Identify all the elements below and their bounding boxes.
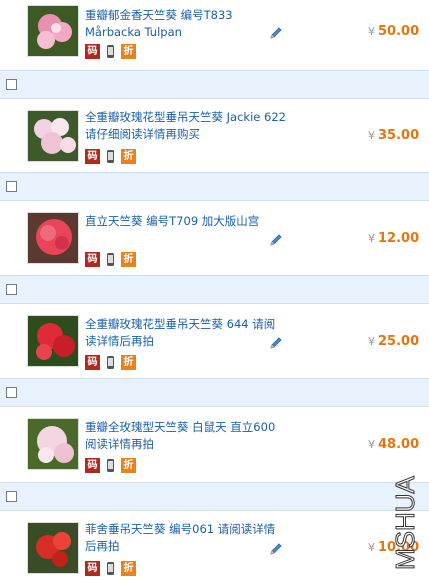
watermark: MSHUA	[390, 475, 421, 571]
service-icons: 码折	[85, 252, 139, 267]
product-thumbnail[interactable]	[27, 315, 79, 367]
product-thumbnail[interactable]	[27, 110, 79, 162]
product-title-link[interactable]: 全重瓣玫瑰花型垂吊天竺葵 644 请阅读详情后再拍	[85, 316, 285, 350]
service-icons: 码折	[85, 561, 139, 576]
product-thumbnail[interactable]	[27, 212, 79, 264]
phone-icon[interactable]	[103, 149, 118, 164]
product-thumbnail[interactable]	[27, 5, 79, 57]
discount-icon[interactable]: 折	[121, 252, 136, 267]
discount-icon[interactable]: 折	[121, 44, 136, 59]
phone-icon[interactable]	[103, 458, 118, 473]
list-item: 全重瓣玫瑰花型垂吊天竺葵 Jackie 622 请仔细阅读详情再购买 码折 ¥3…	[0, 99, 429, 172]
item-checkbox[interactable]	[6, 284, 17, 295]
qr-code-icon[interactable]: 码	[85, 458, 100, 473]
select-row	[0, 378, 429, 407]
service-icons: 码折	[85, 355, 139, 370]
list-item: 重瓣全玫瑰型天竺葵 白鼠天 直立600 阅读详情再拍 码折 ¥48.00	[0, 407, 429, 482]
edit-icon[interactable]	[269, 233, 283, 247]
product-title-link[interactable]: 菲舍垂吊天竺葵 编号061 请阅读详情后再拍	[85, 521, 285, 555]
flower-image	[28, 523, 78, 573]
phone-icon[interactable]	[103, 561, 118, 576]
phone-icon[interactable]	[103, 355, 118, 370]
flower-image	[28, 6, 78, 56]
service-icons: 码折	[85, 458, 139, 473]
select-row	[0, 70, 429, 99]
item-checkbox[interactable]	[6, 387, 17, 398]
select-row	[0, 275, 429, 304]
item-checkbox[interactable]	[6, 79, 17, 90]
service-icons: 码折	[85, 44, 139, 59]
list-item: 直立天竺葵 编号T709 加大版山宫 码折 ¥12.00	[0, 201, 429, 275]
watermark-text: MSHUA	[390, 475, 420, 570]
list-item: 重瓣郁金香天竺葵 编号T833 Mårbacka Tulpan 码折 ¥50.0…	[0, 0, 429, 70]
service-icons: 码折	[85, 149, 139, 164]
qr-code-icon[interactable]: 码	[85, 44, 100, 59]
discount-icon[interactable]: 折	[121, 458, 136, 473]
product-thumbnail[interactable]	[27, 418, 79, 470]
discount-icon[interactable]: 折	[121, 561, 136, 576]
qr-code-icon[interactable]: 码	[85, 252, 100, 267]
edit-icon[interactable]	[269, 26, 283, 40]
price-label: ¥12.00	[368, 231, 420, 246]
product-title-link[interactable]: 重瓣全玫瑰型天竺葵 白鼠天 直立600 阅读详情再拍	[85, 419, 285, 453]
flower-image	[28, 419, 78, 469]
product-title-link[interactable]: 直立天竺葵 编号T709 加大版山宫	[85, 213, 285, 230]
flower-image	[28, 111, 78, 161]
item-checkbox[interactable]	[6, 491, 17, 502]
phone-icon[interactable]	[103, 44, 118, 59]
edit-icon[interactable]	[269, 542, 283, 556]
price-label: ¥25.00	[368, 334, 420, 349]
qr-code-icon[interactable]: 码	[85, 561, 100, 576]
select-row	[0, 482, 429, 511]
edit-icon[interactable]	[269, 336, 283, 350]
product-title-link[interactable]: 重瓣郁金香天竺葵 编号T833 Mårbacka Tulpan	[85, 7, 285, 41]
qr-code-icon[interactable]: 码	[85, 149, 100, 164]
price-label: ¥35.00	[368, 128, 420, 143]
list-item: 菲舍垂吊天竺葵 编号061 请阅读详情后再拍 码折 ¥10.00	[0, 511, 429, 579]
price-label: ¥48.00	[368, 437, 420, 452]
flower-image	[28, 316, 78, 366]
discount-icon[interactable]: 折	[121, 355, 136, 370]
phone-icon[interactable]	[103, 252, 118, 267]
list-item: 全重瓣玫瑰花型垂吊天竺葵 644 请阅读详情后再拍 码折 ¥25.00	[0, 304, 429, 378]
flower-image	[28, 213, 78, 263]
qr-code-icon[interactable]: 码	[85, 355, 100, 370]
select-row	[0, 172, 429, 201]
item-checkbox[interactable]	[6, 181, 17, 192]
product-thumbnail[interactable]	[27, 522, 79, 574]
price-label: ¥50.00	[368, 24, 420, 39]
discount-icon[interactable]: 折	[121, 149, 136, 164]
product-title-link[interactable]: 全重瓣玫瑰花型垂吊天竺葵 Jackie 622 请仔细阅读详情再购买	[85, 109, 295, 143]
